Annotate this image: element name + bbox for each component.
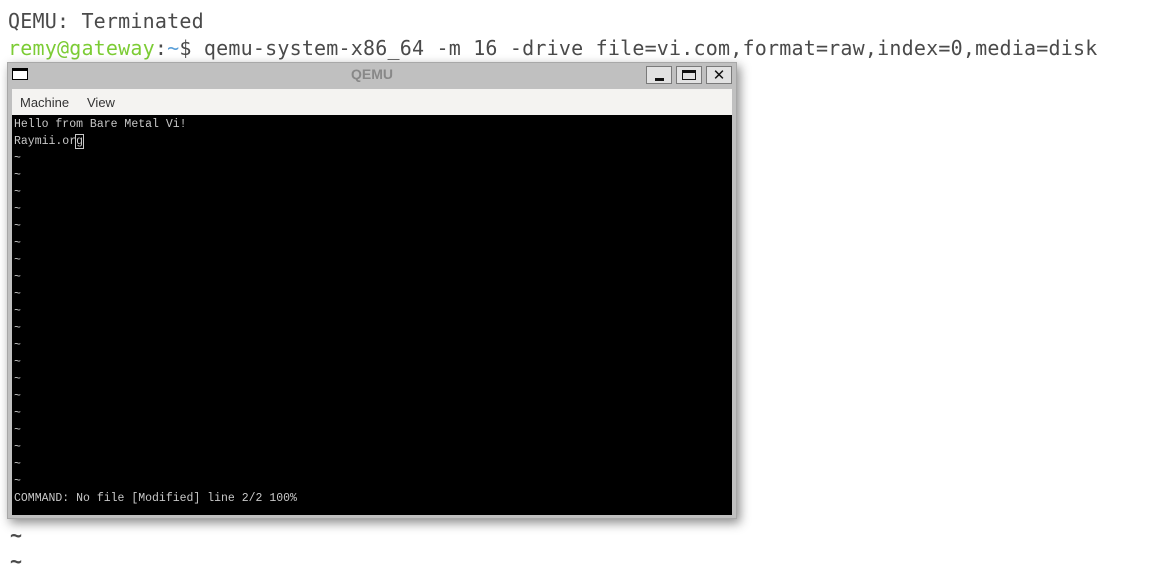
close-icon: ✕ [712,65,726,84]
qemu-window[interactable]: QEMU ✕ Machine View Hello from Bare Meta… [7,62,737,519]
vm-empty-line-marker: ~ [14,373,21,386]
minimize-icon [654,77,664,81]
vm-empty-line-marker: ~ [14,271,21,284]
prompt-separator: : [154,36,168,60]
terminal-tilde: ~ [10,523,23,547]
vm-status-line: COMMAND: No file [Modified] line 2/2 100… [14,492,297,505]
window-titlebar[interactable]: QEMU ✕ [8,63,736,87]
vm-empty-line-marker: ~ [14,288,21,301]
menu-view[interactable]: View [87,95,115,110]
minimize-button[interactable] [646,66,672,84]
prompt-symbol: $ [179,36,204,60]
vm-empty-line-marker: ~ [14,390,21,403]
vm-empty-line-marker: ~ [14,424,21,437]
vm-empty-line-marker: ~ [14,186,21,199]
terminal-tilde: ~ [10,549,23,573]
vm-empty-line-marker: ~ [14,475,21,488]
window-title: QEMU [351,66,393,82]
terminal-output-line: QEMU: Terminated [8,9,204,33]
vm-text: Raymii.or [14,135,77,148]
maximize-icon [682,70,696,80]
vm-empty-line-marker: ~ [14,203,21,216]
terminal-prompt-line: remy@gateway:~$ qemu-system-x86_64 -m 16… [8,35,1098,61]
close-button[interactable]: ✕ [706,66,732,84]
vm-empty-line-marker: ~ [14,169,21,182]
vm-empty-line-marker: ~ [14,237,21,250]
vm-empty-line-marker: ~ [14,254,21,267]
vm-empty-line-marker: ~ [14,356,21,369]
vm-empty-line-marker: ~ [14,305,21,318]
vm-empty-line-marker: ~ [14,322,21,335]
menu-machine[interactable]: Machine [20,95,69,110]
vm-display[interactable]: Hello from Bare Metal Vi! Raymii.org COM… [12,115,732,515]
vm-empty-line-marker: ~ [14,458,21,471]
vm-empty-line-marker: ~ [14,441,21,454]
vm-text-line: Raymii.org [14,133,85,150]
menubar: Machine View [12,89,732,115]
vm-text-line: Hello from Bare Metal Vi! [14,118,187,131]
text-cursor: g [75,134,85,149]
prompt-user-host: remy@gateway [8,36,155,60]
vm-empty-line-marker: ~ [14,407,21,420]
vm-empty-line-marker: ~ [14,152,21,165]
vm-empty-line-marker: ~ [14,220,21,233]
terminal-command: qemu-system-x86_64 -m 16 -drive file=vi.… [203,36,1098,60]
vm-empty-line-marker: ~ [14,339,21,352]
maximize-button[interactable] [676,66,702,84]
prompt-path: ~ [167,36,180,60]
